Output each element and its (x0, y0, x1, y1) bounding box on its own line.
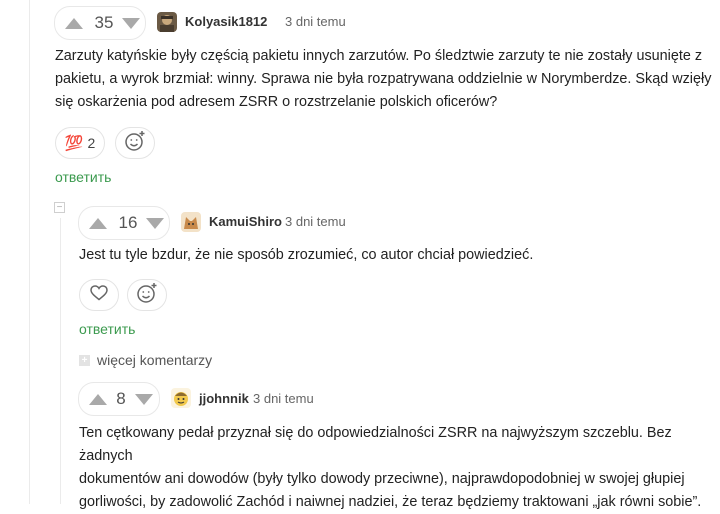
thread-line-level0 (29, 0, 30, 504)
reaction-button[interactable]: 💯 2 (55, 127, 105, 159)
hundred-points-emoji: 💯 (64, 135, 84, 152)
thread-line-level1 (60, 218, 61, 504)
downvote-icon[interactable] (135, 393, 153, 405)
comment-author[interactable]: jjohnnik (199, 391, 249, 406)
collapse-icon: − (56, 202, 63, 213)
add-reaction-button[interactable] (115, 127, 155, 159)
avatar[interactable] (181, 212, 201, 237)
vote-score: 16 (118, 213, 138, 232)
vote-widget: 16 (78, 206, 170, 240)
like-button[interactable] (79, 279, 119, 311)
vote-widget: 35 (54, 6, 146, 40)
comment-time[interactable]: 3 dni temu (285, 14, 346, 29)
comment-text-line: Ten cętkowany pedał przyznał się do odpo… (79, 425, 672, 464)
reply-link[interactable]: ответить (55, 169, 111, 185)
heart-icon (90, 284, 108, 306)
add-reaction-button[interactable] (127, 279, 167, 311)
avatar[interactable] (171, 388, 191, 413)
comment-text-line: Zarzuty katyńskie były częścią pakietu i… (55, 48, 703, 64)
upvote-icon[interactable] (89, 217, 107, 229)
vote-score: 35 (94, 13, 114, 32)
comment-text-line: pakietu, a wyrok brzmiał: winny. Sprawa … (55, 71, 712, 87)
comment-author[interactable]: KamuiShiro (209, 214, 282, 229)
vote-widget: 8 (78, 382, 160, 416)
more-comments-label: więcej komentarzy (97, 352, 213, 368)
upvote-icon[interactable] (65, 17, 83, 29)
smiley-plus-icon (124, 130, 146, 157)
comment-text-line: Jest tu tyle bzdur, że nie sposób zrozum… (79, 247, 534, 263)
upvote-icon[interactable] (89, 393, 107, 405)
comment-time[interactable]: 3 dni temu (253, 391, 314, 406)
avatar[interactable] (157, 12, 177, 37)
comment-text-line: gorliwości, by zadowolić Zachód i naiwne… (79, 494, 702, 510)
downvote-icon[interactable] (146, 217, 164, 229)
reaction-count: 2 (87, 135, 96, 151)
comment-author[interactable]: Kolyasik1812 (185, 14, 267, 29)
comment-text-line: dokumentów ani dowodów (były tylko dowod… (79, 471, 685, 487)
downvote-icon[interactable] (122, 17, 140, 29)
smiley-plus-icon (136, 282, 158, 309)
comment-body: Zarzuty katyńskie były częścią pakietu i… (55, 45, 715, 114)
comment-body: Ten cętkowany pedał przyznał się do odpo… (79, 422, 715, 514)
comment-text-line: się oskarżenia pod adresem ZSRR o rozstr… (55, 94, 498, 110)
reply-link[interactable]: ответить (79, 321, 135, 337)
comment-time[interactable]: 3 dni temu (285, 214, 346, 229)
collapse-thread-button[interactable]: − (54, 202, 65, 213)
expand-icon: + (79, 354, 90, 366)
vote-score: 8 (116, 389, 126, 408)
comment-body: Jest tu tyle bzdur, że nie sposób zrozum… (79, 244, 709, 267)
more-comments-link[interactable]: + więcej komentarzy (79, 352, 212, 368)
